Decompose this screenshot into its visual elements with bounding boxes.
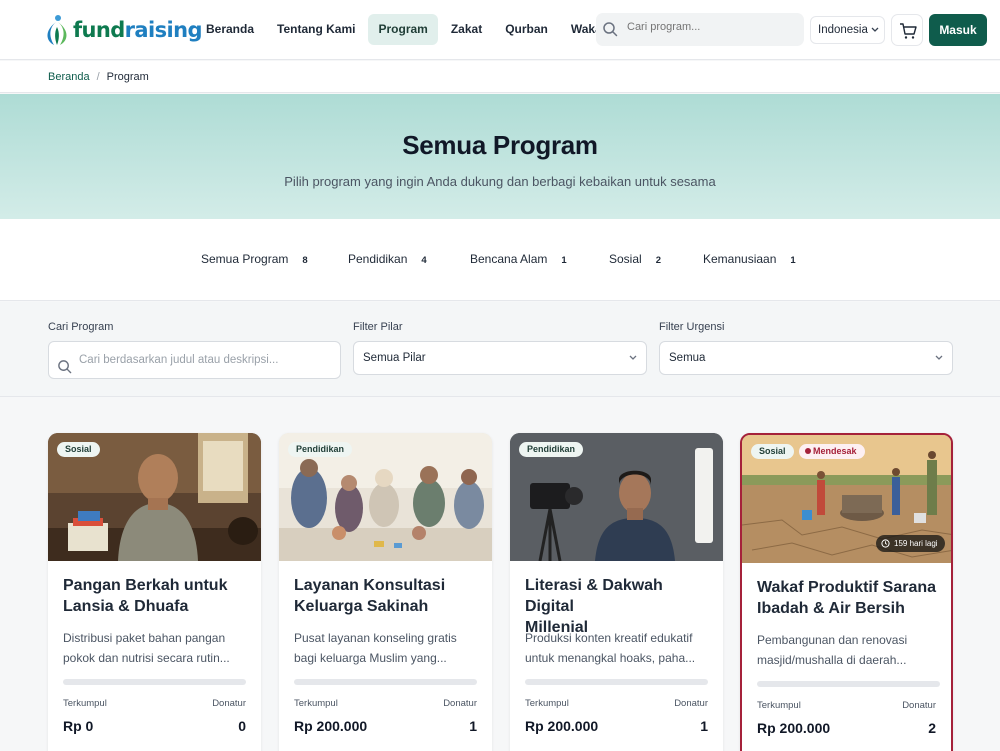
tab-count: 1 <box>790 255 796 266</box>
urgent-dot-icon <box>805 448 811 454</box>
header-search[interactable] <box>596 13 804 46</box>
search-filter-label: Cari Program <box>48 321 114 333</box>
card-title: Wakaf Produktif Sarana Ibadah & Air Bersi… <box>757 579 937 617</box>
donor-count: 2 <box>928 720 936 736</box>
category-badge: Sosial <box>57 442 100 457</box>
breadcrumb: Beranda / Program <box>0 61 1000 93</box>
collected-amount: Rp 200.000 <box>294 718 368 734</box>
tab-pendidikan[interactable]: Pendidikan 4 <box>348 252 427 266</box>
program-card[interactable]: Pendidikan Layanan Konsultasi Keluarga Sa… <box>279 433 492 751</box>
progress-bar <box>63 679 246 685</box>
category-badge: Pendidikan <box>288 442 353 457</box>
nav-tentang-kami[interactable]: Tentang Kami <box>267 14 365 45</box>
category-badge: Sosial <box>751 444 794 459</box>
urgency-value: Semua <box>669 352 706 364</box>
tab-label: Sosial <box>609 252 642 266</box>
tab-count: 1 <box>561 255 567 266</box>
urgent-badge: Mendesak <box>799 444 865 459</box>
chevron-down-icon <box>934 342 944 387</box>
program-card[interactable]: Sosial Pangan Berkah untuk Lansia & Dhuaf… <box>48 433 261 751</box>
breadcrumb-current: Program <box>106 71 149 83</box>
cart-button[interactable] <box>891 14 923 46</box>
donor-label: Donatur <box>902 700 936 711</box>
donor-label: Donatur <box>674 698 708 709</box>
logo[interactable]: fundraising <box>42 13 202 47</box>
filter-bar: Cari Program Cari berdasarkan judul atau… <box>0 302 1000 397</box>
program-card-urgent[interactable]: Sosial Mendesak 159 hari lagi Wakaf Prod… <box>740 433 953 751</box>
pillar-filter-select[interactable]: Semua Pilar <box>353 341 647 375</box>
progress-bar <box>294 679 477 685</box>
tab-count: 4 <box>421 255 427 266</box>
collected-amount: Rp 200.000 <box>757 720 831 736</box>
tab-count: 2 <box>655 255 661 266</box>
collected-label: Terkumpul <box>525 698 569 709</box>
days-left-badge: 159 hari lagi <box>876 535 945 552</box>
tab-count: 8 <box>302 255 308 266</box>
program-search-input[interactable]: Cari berdasarkan judul atau deskripsi... <box>48 341 341 379</box>
chevron-down-icon <box>628 342 638 387</box>
tab-label: Semua Program <box>201 252 289 266</box>
search-placeholder: Cari berdasarkan judul atau deskripsi... <box>79 354 279 366</box>
urgency-filter-label: Filter Urgensi <box>659 321 725 333</box>
nav-qurban[interactable]: Qurban <box>495 14 558 45</box>
card-title: Layanan Konsultasi Keluarga Sakinah <box>294 577 446 615</box>
page-subtitle: Pilih program yang ingin Anda dukung dan… <box>284 174 716 189</box>
donor-count: 1 <box>469 718 477 734</box>
clock-icon <box>881 539 890 548</box>
header-search-input[interactable] <box>627 21 792 33</box>
hero-banner: Semua Program Pilih program yang ingin A… <box>0 94 1000 219</box>
pillar-filter-label: Filter Pilar <box>353 321 403 333</box>
tab-label: Pendidikan <box>348 252 408 266</box>
top-header: fundraising Beranda Tentang Kami Program… <box>0 0 1000 60</box>
donor-label: Donatur <box>443 698 477 709</box>
card-description: Distribusi paket bahan pangan pokok dan n… <box>63 631 230 665</box>
cart-icon <box>900 23 917 39</box>
nav-zakat[interactable]: Zakat <box>441 14 492 45</box>
search-icon <box>57 353 72 389</box>
progress-bar <box>525 679 708 685</box>
collected-label: Terkumpul <box>757 700 801 711</box>
search-icon <box>602 21 618 42</box>
nav-beranda[interactable]: Beranda <box>196 14 264 45</box>
card-description: Pembangunan dan renovasi masjid/mushalla … <box>757 633 908 667</box>
card-description: Produksi konten kreatif edukatif untuk me… <box>525 631 696 665</box>
breadcrumb-home[interactable]: Beranda <box>48 71 90 83</box>
tab-kemanusiaan[interactable]: Kemanusiaan 1 <box>703 252 796 266</box>
donor-count: 0 <box>238 718 246 734</box>
program-card[interactable]: Pendidikan Literasi & Dakwah Digital Mill… <box>510 433 723 751</box>
urgency-filter-select[interactable]: Semua <box>659 341 953 375</box>
category-badge: Pendidikan <box>519 442 584 457</box>
language-select[interactable]: Indonesia <box>810 16 885 44</box>
tab-label: Kemanusiaan <box>703 252 777 266</box>
collected-amount: Rp 200.000 <box>525 718 599 734</box>
page-title: Semua Program <box>402 130 598 160</box>
main-nav: Beranda Tentang Kami Program Zakat Qurba… <box>196 14 619 45</box>
collected-label: Terkumpul <box>63 698 107 709</box>
breadcrumb-separator: / <box>96 71 100 83</box>
card-description: Pusat layanan konseling gratis bagi kelua… <box>294 631 457 665</box>
collected-amount: Rp 0 <box>63 718 94 734</box>
nav-program[interactable]: Program <box>368 14 438 45</box>
logo-icon <box>42 13 70 47</box>
card-title: Pangan Berkah untuk Lansia & Dhuafa <box>63 577 228 615</box>
login-button[interactable]: Masuk <box>929 14 987 46</box>
progress-bar <box>757 681 940 687</box>
tab-label: Bencana Alam <box>470 252 548 266</box>
tab-semua-program[interactable]: Semua Program 8 <box>201 252 308 266</box>
language-value: Indonesia <box>818 24 868 36</box>
pillar-value: Semua Pilar <box>363 352 426 364</box>
tab-bencana-alam[interactable]: Bencana Alam 1 <box>470 252 567 266</box>
collected-label: Terkumpul <box>294 698 338 709</box>
tab-sosial[interactable]: Sosial 2 <box>609 252 661 266</box>
chevron-down-icon <box>870 17 880 53</box>
donor-label: Donatur <box>212 698 246 709</box>
category-tabs: Semua Program 8 Pendidikan 4 Bencana Alam 1… <box>0 219 1000 301</box>
donor-count: 1 <box>700 718 708 734</box>
logo-text: fundraising <box>73 18 202 42</box>
